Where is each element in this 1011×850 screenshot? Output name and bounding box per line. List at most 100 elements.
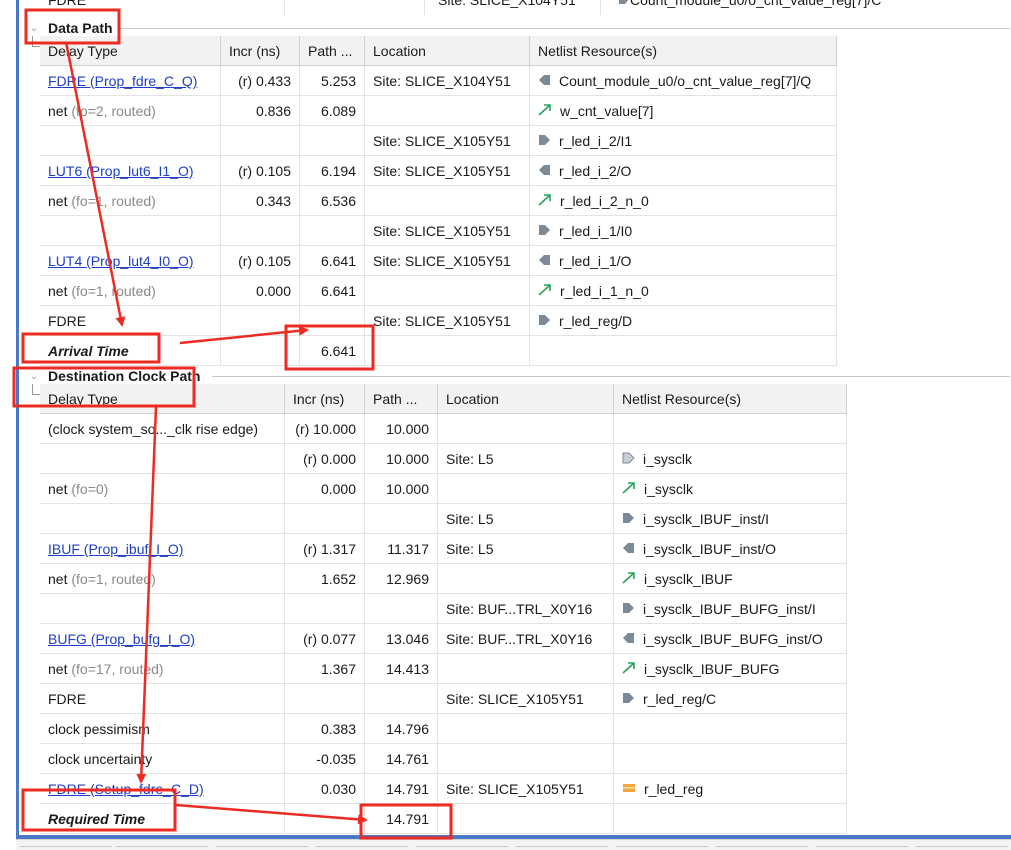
netlist-resource-cell[interactable]: r_led_i_1/I0 — [530, 216, 837, 246]
table-row[interactable]: LUT4 (Prop_lut4_I0_O) (r) 0.105 6.641 Site:… — [40, 246, 837, 276]
path-cell: 10.000 — [365, 474, 438, 504]
netlist-resource-cell[interactable]: i_sysclk — [614, 474, 847, 504]
table-row[interactable]: (clock system_so..._clk rise edge) (r) 10… — [40, 414, 847, 444]
delay-type-cell[interactable]: LUT6 (Prop_lut6_I1_O) — [40, 156, 221, 186]
path-cell: 14.761 — [365, 744, 438, 774]
net-fanout-detail: (fo=1, routed) — [71, 193, 156, 209]
delay-type-label: clock uncertainty — [48, 751, 153, 767]
netlist-resource-cell[interactable]: r_led_i_1/O — [530, 246, 837, 276]
netlist-resource-cell[interactable]: i_sysclk_IBUF_BUFG_inst/O — [614, 624, 847, 654]
col-header-netlist-resource[interactable]: Netlist Resource(s) — [530, 36, 837, 66]
col-header-incr[interactable]: Incr (ns) — [285, 384, 365, 414]
delay-type-cell: net (fo=17, routed) — [40, 654, 285, 684]
incr-cell: (r) 0.105 — [221, 156, 300, 186]
delay-type-cell — [40, 216, 221, 246]
delay-type-link[interactable]: LUT4 (Prop_lut4_I0_O) — [48, 253, 194, 269]
table-row[interactable]: net (fo=0) 0.000 10.000 i_sysclk — [40, 474, 847, 504]
collapse-chevron-icon[interactable]: ⌄ — [30, 372, 40, 382]
table-row[interactable]: net (fo=1, routed) 0.343 6.536 r_led_i_2_n_… — [40, 186, 837, 216]
location-cell: Site: BUF...TRL_X0Y16 — [438, 594, 614, 624]
output-pin-icon — [622, 624, 635, 654]
delay-type-link[interactable]: BUFG (Prop_bufg_I_O) — [48, 631, 195, 647]
path-cell: 6.641 — [300, 276, 365, 306]
delay-type-cell[interactable]: FDRE (Setup_fdre_C_D) — [40, 774, 285, 804]
table-row[interactable]: net (fo=1, routed) 1.652 12.969 i_sysclk_IB… — [40, 564, 847, 594]
table-row[interactable]: net (fo=17, routed) 1.367 14.413 i_sysclk_I… — [40, 654, 847, 684]
table-row[interactable]: Site: L5 i_sysclk_IBUF_inst/I — [40, 504, 847, 534]
incr-cell: (r) 1.317 — [285, 534, 365, 564]
table-row[interactable]: FDRE Site: SLICE_X105Y51 r_led_reg/D — [40, 306, 837, 336]
netlist-resource-cell[interactable]: r_led_i_2/O — [530, 156, 837, 186]
table-row[interactable]: FDRE (Prop_fdre_C_Q) (r) 0.433 5.253 Site: … — [40, 66, 837, 96]
input-pin-icon — [622, 684, 635, 714]
table-row[interactable]: Arrival Time 6.641 — [40, 336, 837, 366]
netlist-resource-cell[interactable]: i_sysclk — [614, 444, 847, 474]
col-header-location[interactable]: Location — [365, 36, 530, 66]
netlist-resource-cell[interactable]: w_cnt_value[7] — [530, 96, 837, 126]
table-row[interactable]: (r) 0.000 10.000 Site: L5 i_sysclk — [40, 444, 847, 474]
table-row[interactable]: clock uncertainty -0.035 14.761 — [40, 744, 847, 774]
collapse-chevron-icon[interactable]: ⌄ — [30, 24, 40, 34]
netlist-resource-label: i_sysclk_IBUF_BUFG — [644, 661, 780, 677]
delay-type-label: net — [48, 103, 68, 119]
col-header-incr[interactable]: Incr (ns) — [221, 36, 300, 66]
path-cell: 6.641 — [300, 246, 365, 276]
top-partial-location: Site: SLICE_X104Y51 — [438, 0, 576, 8]
col-header-path[interactable]: Path ... — [365, 384, 438, 414]
table-row[interactable]: IBUF (Prop_ibuf_I_O) (r) 1.317 11.317 Site:… — [40, 534, 847, 564]
table-row[interactable]: BUFG (Prop_bufg_I_O) (r) 0.077 13.046 Site:… — [40, 624, 847, 654]
netlist-resource-cell[interactable]: i_sysclk_IBUF_BUFG — [614, 654, 847, 684]
delay-type-cell[interactable]: FDRE (Prop_fdre_C_Q) — [40, 66, 221, 96]
table-row[interactable]: net (fo=1, routed) 0.000 6.641 r_led_i_1_n_… — [40, 276, 837, 306]
delay-type-cell: FDRE — [40, 306, 221, 336]
table-row[interactable]: Site: SLICE_X105Y51 r_led_i_1/I0 — [40, 216, 837, 246]
net-fanout-detail: (fo=0) — [71, 481, 109, 497]
delay-type-link[interactable]: FDRE (Setup_fdre_C_D) — [48, 781, 204, 797]
delay-type-link[interactable]: IBUF (Prop_ibuf_I_O) — [48, 541, 183, 557]
location-cell — [438, 414, 614, 444]
table-row[interactable]: FDRE Site: SLICE_X105Y51 r_led_reg/C — [40, 684, 847, 714]
delay-type-cell — [40, 126, 221, 156]
top-partial-resource: Count_module_u0/o_cnt_value_reg[7]/C — [618, 0, 881, 8]
col-header-path[interactable]: Path ... — [300, 36, 365, 66]
netlist-resource-cell[interactable]: r_led_i_1_n_0 — [530, 276, 837, 306]
col-header-delay-type[interactable]: Delay Type — [40, 36, 221, 66]
col-header-location[interactable]: Location — [438, 384, 614, 414]
netlist-resource-cell[interactable]: i_sysclk_IBUF_inst/O — [614, 534, 847, 564]
netlist-resource-label: r_led_i_2_n_0 — [560, 193, 649, 209]
path-cell — [365, 684, 438, 714]
data-path-title: Data Path — [48, 20, 113, 36]
netlist-resource-cell[interactable]: r_led_reg/D — [530, 306, 837, 336]
netlist-resource-cell[interactable]: Count_module_u0/o_cnt_value_reg[7]/Q — [530, 66, 837, 96]
net-fanout-detail: (fo=2, routed) — [71, 103, 156, 119]
table-row[interactable]: Site: BUF...TRL_X0Y16 i_sysclk_IBUF_BUFG_… — [40, 594, 847, 624]
table-row[interactable]: FDRE (Setup_fdre_C_D) 0.030 14.791 Site: SL… — [40, 774, 847, 804]
netlist-resource-cell[interactable]: i_sysclk_IBUF_inst/I — [614, 504, 847, 534]
path-cell: 11.317 — [365, 534, 438, 564]
table-row[interactable]: clock pessimism 0.383 14.796 — [40, 714, 847, 744]
table-row[interactable]: Site: SLICE_X105Y51 r_led_i_2/I1 — [40, 126, 837, 156]
delay-type-cell[interactable]: LUT4 (Prop_lut4_I0_O) — [40, 246, 221, 276]
table-row[interactable]: net (fo=2, routed) 0.836 6.089 w_cnt_value[… — [40, 96, 837, 126]
delay-type-cell: net (fo=0) — [40, 474, 285, 504]
net-route-icon — [622, 654, 636, 684]
delay-type-link[interactable]: FDRE (Prop_fdre_C_Q) — [48, 73, 197, 89]
netlist-resource-label: r_led_i_2/I1 — [559, 133, 633, 149]
netlist-resource-cell[interactable]: r_led_i_2_n_0 — [530, 186, 837, 216]
netlist-resource-cell[interactable]: i_sysclk_IBUF — [614, 564, 847, 594]
output-pin-icon — [622, 534, 635, 564]
delay-type-cell[interactable]: IBUF (Prop_ibuf_I_O) — [40, 534, 285, 564]
netlist-resource-cell[interactable]: r_led_reg — [614, 774, 847, 804]
delay-type-label: net — [48, 193, 68, 209]
delay-type-cell[interactable]: BUFG (Prop_bufg_I_O) — [40, 624, 285, 654]
status-strip — [16, 839, 1011, 850]
netlist-resource-cell[interactable]: r_led_i_2/I1 — [530, 126, 837, 156]
table-row[interactable]: LUT6 (Prop_lut6_I1_O) (r) 0.105 6.194 Site:… — [40, 156, 837, 186]
col-header-delay-type[interactable]: Delay Type — [40, 384, 285, 414]
netlist-resource-cell[interactable]: i_sysclk_IBUF_BUFG_inst/I — [614, 594, 847, 624]
col-header-netlist-resource[interactable]: Netlist Resource(s) — [614, 384, 847, 414]
table-row[interactable]: Required Time 14.791 — [40, 804, 847, 834]
incr-cell — [285, 594, 365, 624]
delay-type-link[interactable]: LUT6 (Prop_lut6_I1_O) — [48, 163, 194, 179]
netlist-resource-cell[interactable]: r_led_reg/C — [614, 684, 847, 714]
